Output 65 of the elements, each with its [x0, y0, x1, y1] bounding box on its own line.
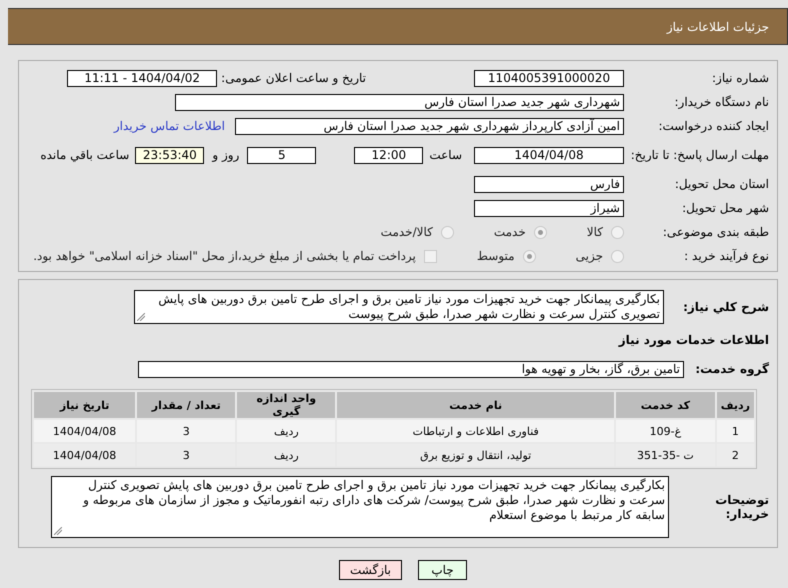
deadline-date-field: 1404/04/08 — [474, 146, 624, 164]
radio-button[interactable] — [522, 250, 536, 262]
field-label: ساعت — [429, 148, 462, 162]
remaining-time-field: 23:53:40 — [135, 146, 204, 164]
column-header: ردیف — [716, 392, 754, 418]
column-header: تعداد / مقدار — [137, 392, 236, 418]
resize-grip-icon[interactable] — [137, 313, 145, 321]
field-label: تاریخ و ساعت اعلان عمومی: — [221, 71, 366, 85]
buyer-org-field: شهرداری شهر جدید صدرا استان فارس — [175, 94, 624, 110]
resize-grip-icon[interactable] — [54, 527, 62, 535]
city-field: شیراز — [474, 200, 624, 216]
field-label: ایجاد کننده درخواست: — [657, 118, 769, 134]
field-label: ساعت باقي مانده — [40, 148, 130, 162]
checkbox-label: پرداخت تمام یا بخشی از مبلغ خرید،از محل "اسناد خزانه اسلامی" خواهد بود. — [33, 249, 416, 263]
column-header: نام خدمت — [337, 392, 614, 418]
table-cell: 1404/04/08 — [34, 444, 136, 466]
description-field: بکارگیری پیمانکار جهت خرید تجهیزات مورد نیاز تامین برق و اجرای طرح تامین برق دوربین های پایش تصویری کنترل سرعت و نظارت شهر صدرا، طبق شرح پیوست — [134, 290, 664, 324]
province-field: فارس — [474, 176, 624, 192]
field-label: استان محل تحویل: — [674, 176, 769, 192]
table-cell: ردیف — [237, 420, 336, 442]
radio-label: متوسط — [476, 249, 515, 263]
need-number-field: 1104005391000020 — [474, 70, 624, 86]
buyer-notes-field: بکارگیری پیمانکار جهت خرید تجهیزات مورد نیاز تامین برق و اجرای طرح تامین برق دوربین های پایش تصویری کنترل سرعت و نظارت شهر صدرا، طبق شرح پیوست/ شرکت های دارای رتبه انفورماتیک و مجوز از سازمان های مربوطه و سابقه کار مرتبط با موضوع استعلام — [51, 476, 669, 538]
days-field: 5 — [247, 146, 316, 164]
table-cell: فناوری اطلاعات و ارتباطات — [337, 420, 614, 442]
table-cell: 2 — [716, 444, 754, 466]
table-cell: ردیف — [237, 444, 336, 466]
table-cell: 3 — [137, 444, 236, 466]
field-label: شرح کلي نیاز: — [682, 300, 769, 314]
section-heading: اطلاعات خدمات مورد نیاز — [618, 333, 769, 347]
requester-field: امین آزادی کارپرداز شهرداری شهر جدید صدرا استان فارس — [235, 118, 624, 134]
radio-button[interactable] — [534, 226, 547, 238]
field-label: شماره نیاز: — [711, 70, 769, 86]
radio-label: جزیی — [576, 249, 603, 263]
announce-date-field: 1404/04/02 - 11:11 — [67, 70, 218, 86]
radio-button[interactable] — [611, 226, 624, 238]
field-label: مهلت ارسال پاسخ: تا تاریخ: — [630, 148, 769, 162]
field-label: توضیحات خریدار: — [714, 492, 769, 522]
service-group-field: تامین برق، گاز، بخار و تهویه هوا — [138, 360, 684, 378]
page-title: جزئیات اطلاعات نیاز — [666, 20, 769, 34]
field-label: نوع فرآیند خرید : — [683, 248, 769, 264]
back-button[interactable]: بازگشت — [339, 560, 402, 580]
field-label: طبقه بندی موضوعی: — [662, 224, 769, 240]
table-cell: تولید، انتقال و توزیع برق — [337, 444, 614, 466]
field-label: گروه خدمت: — [694, 362, 769, 376]
table-cell: 1404/04/08 — [34, 420, 136, 442]
checkbox[interactable] — [424, 250, 437, 262]
radio-button[interactable] — [440, 226, 454, 238]
buyer-contact-link[interactable]: اطلاعات تماس خریدار — [114, 119, 225, 133]
column-header: تاریخ نیاز — [34, 392, 136, 418]
table-cell: 1 — [716, 420, 754, 442]
table-cell: ت -35-351 — [616, 444, 715, 466]
radio-label: کالا/خدمت — [380, 225, 433, 239]
print-button[interactable]: چاپ — [418, 560, 467, 580]
table-cell: 3 — [137, 420, 236, 442]
deadline-time-field: 12:00 — [354, 146, 424, 164]
radio-button[interactable] — [611, 250, 624, 262]
radio-label: خدمت — [494, 225, 526, 239]
column-header: کد خدمت — [616, 392, 715, 418]
field-label: شهر محل تحویل: — [681, 200, 769, 216]
radio-label: کالا — [586, 225, 603, 239]
field-label: روز و — [212, 148, 240, 162]
field-label: نام دستگاه خریدار: — [674, 94, 769, 110]
column-header: واحد اندازه گیری — [237, 392, 336, 418]
table-cell: غ-109 — [616, 420, 715, 442]
